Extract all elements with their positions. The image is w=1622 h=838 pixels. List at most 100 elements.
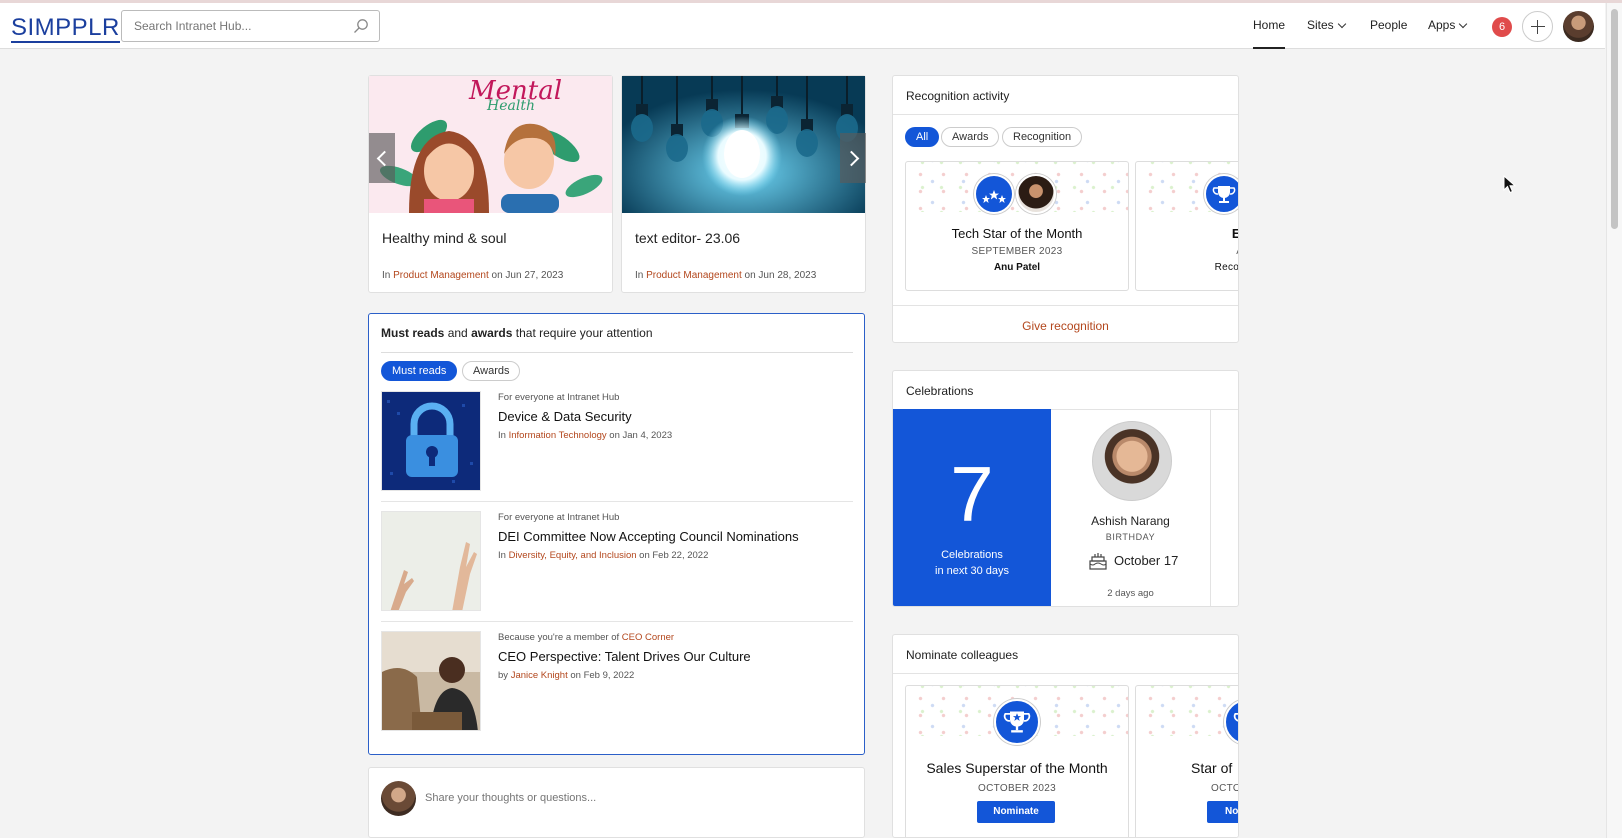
notifications-badge[interactable]: 6 bbox=[1492, 17, 1512, 37]
chevron-down-icon bbox=[1459, 19, 1468, 29]
featured-image bbox=[622, 76, 865, 213]
featured-meta: In Product Management on Jun 27, 2023 bbox=[382, 270, 564, 281]
nominate-panel: Nominate colleagues Sales Superstar of t… bbox=[892, 634, 1239, 838]
nav-people[interactable]: People bbox=[1370, 3, 1407, 49]
search-input[interactable] bbox=[134, 19, 334, 33]
celebration-ago: 2 days ago bbox=[1107, 588, 1154, 599]
person-name[interactable]: Ashish Narang bbox=[1051, 514, 1210, 528]
article-title[interactable]: DEI Committee Now Accepting Council Nomi… bbox=[498, 529, 799, 544]
celebration-card[interactable]: Ashish Narang BIRTHDAY October 17 2 days… bbox=[1051, 409, 1211, 606]
trophy-icon bbox=[994, 699, 1040, 745]
article-thumbnail bbox=[381, 631, 481, 731]
site-link[interactable]: Information Technology bbox=[509, 430, 607, 441]
panel-title: Recognition activity bbox=[906, 89, 1010, 103]
tab-awards[interactable]: Awards bbox=[462, 361, 521, 381]
filter-recognition[interactable]: Recognition bbox=[1002, 127, 1083, 147]
article-meta: In Information Technology on Jan 4, 2023 bbox=[498, 430, 673, 441]
award-title: Sales Superstar of the Month bbox=[926, 760, 1108, 776]
featured-card[interactable]: Mental Health Healthy mind & soul In Pro… bbox=[368, 75, 613, 293]
post-input[interactable] bbox=[425, 792, 825, 804]
nav-home[interactable]: Home bbox=[1253, 3, 1286, 49]
celebrations-count-tile[interactable]: 7 Celebrations in next 30 days bbox=[893, 409, 1051, 606]
celebration-type: BIRTHDAY bbox=[1105, 532, 1156, 542]
list-item[interactable]: For everyone at Intranet Hub Device & Da… bbox=[381, 391, 853, 491]
featured-title[interactable]: text editor- 23.06 bbox=[635, 230, 740, 246]
post-composer bbox=[368, 767, 865, 838]
confetti-decoration bbox=[1136, 686, 1238, 736]
panel-title: Celebrations bbox=[906, 384, 974, 398]
site-link[interactable]: Product Management bbox=[646, 270, 742, 281]
featured-card[interactable]: text editor- 23.06 In Product Management… bbox=[621, 75, 866, 293]
mouse-cursor-icon bbox=[1503, 175, 1517, 194]
list-item[interactable]: For everyone at Intranet Hub DEI Committ… bbox=[381, 511, 853, 611]
celebrations-count: 7 bbox=[950, 450, 994, 538]
recognition-card[interactable]: Exce Amb Recognized b bbox=[1135, 161, 1239, 291]
article-audience: Because you're a member of CEO Corner bbox=[498, 632, 675, 643]
carousel-prev-button[interactable] bbox=[369, 133, 395, 183]
recipient-name[interactable]: Anu Patel bbox=[906, 262, 1128, 273]
recipient-avatar bbox=[1016, 174, 1056, 214]
filter-awards[interactable]: Awards bbox=[941, 127, 1000, 147]
celebrations-count-label: Celebrations in next 30 days bbox=[935, 549, 1009, 577]
user-avatar[interactable] bbox=[1563, 11, 1594, 42]
site-link[interactable]: CEO Corner bbox=[622, 632, 674, 643]
scrollbar-thumb[interactable] bbox=[1611, 9, 1618, 229]
filter-all[interactable]: All bbox=[905, 127, 940, 147]
featured-title[interactable]: Healthy mind & soul bbox=[382, 230, 507, 246]
chevron-down-icon bbox=[1337, 19, 1346, 29]
list-item[interactable]: Because you're a member of CEO Corner CE… bbox=[381, 631, 853, 731]
celebrations-panel: Celebrations 7 Celebrations in next 30 da… bbox=[892, 370, 1239, 607]
nominate-button[interactable]: Nominate bbox=[977, 801, 1055, 823]
divider bbox=[893, 305, 1238, 306]
nav-apps[interactable]: Apps bbox=[1428, 3, 1468, 49]
divider bbox=[893, 114, 1238, 115]
featured-image: Mental Health bbox=[369, 76, 612, 213]
padlock-image bbox=[382, 392, 480, 490]
image-text-health: Health bbox=[487, 98, 535, 114]
must-reads-heading: Must reads and awards that require your … bbox=[381, 326, 653, 340]
divider bbox=[893, 673, 1238, 674]
site-link[interactable]: Product Management bbox=[393, 270, 489, 281]
nominate-card[interactable]: Sales Superstar of the Month OCTOBER 202… bbox=[905, 685, 1129, 837]
article-title[interactable]: Device & Data Security bbox=[498, 409, 632, 424]
top-bar: SIMPPLR Home Sites People Apps 6 bbox=[0, 3, 1605, 49]
award-period: Amb bbox=[1136, 246, 1238, 257]
page-scrollbar[interactable] bbox=[1606, 3, 1622, 838]
user-avatar bbox=[381, 781, 416, 816]
lightbulb-image bbox=[622, 76, 865, 213]
carousel-next-button[interactable] bbox=[840, 133, 866, 183]
panel-title: Nominate colleagues bbox=[906, 648, 1019, 662]
create-plus-button[interactable] bbox=[1522, 11, 1553, 42]
award-title: Exce bbox=[1136, 226, 1238, 241]
must-reads-panel: Must reads and awards that require your … bbox=[368, 313, 865, 755]
divider bbox=[381, 501, 853, 502]
trophy-icon bbox=[1204, 174, 1238, 214]
award-title: Star of bbox=[1191, 760, 1233, 776]
raised-hands-image bbox=[382, 512, 480, 610]
article-thumbnail bbox=[381, 511, 481, 611]
recognition-card[interactable]: Tech Star of the Month SEPTEMBER 2023 An… bbox=[905, 161, 1129, 291]
award-period: OCTO bbox=[1211, 783, 1239, 794]
recognized-by: Recognized b bbox=[1214, 262, 1239, 273]
article-title[interactable]: CEO Perspective: Talent Drives Our Cultu… bbox=[498, 649, 751, 664]
tab-must-reads[interactable]: Must reads bbox=[381, 361, 458, 381]
author-link[interactable]: Janice Knight bbox=[511, 670, 568, 681]
nominate-button[interactable]: No bbox=[1207, 801, 1238, 823]
meeting-image bbox=[382, 632, 480, 730]
site-link[interactable]: Diversity, Equity, and Inclusion bbox=[509, 550, 637, 561]
simpplr-logo[interactable]: SIMPPLR bbox=[11, 14, 120, 43]
featured-meta: In Product Management on Jun 28, 2023 bbox=[635, 270, 817, 281]
stars-award-icon bbox=[974, 174, 1014, 214]
award-period: OCTOBER 2023 bbox=[978, 783, 1056, 794]
nav-sites[interactable]: Sites bbox=[1307, 3, 1346, 49]
search-icon[interactable] bbox=[353, 18, 369, 34]
give-recognition-link[interactable]: Give recognition bbox=[893, 319, 1238, 333]
nominate-card[interactable]: Star of OCTO No bbox=[1135, 685, 1239, 837]
award-title: Tech Star of the Month bbox=[951, 226, 1083, 241]
search-box[interactable] bbox=[121, 10, 380, 42]
article-thumbnail bbox=[381, 391, 481, 491]
person-avatar[interactable] bbox=[1092, 421, 1172, 501]
recognition-panel: Recognition activity All Awards Recognit… bbox=[892, 75, 1239, 343]
trophy-icon bbox=[1224, 699, 1238, 745]
article-audience: For everyone at Intranet Hub bbox=[498, 512, 620, 523]
